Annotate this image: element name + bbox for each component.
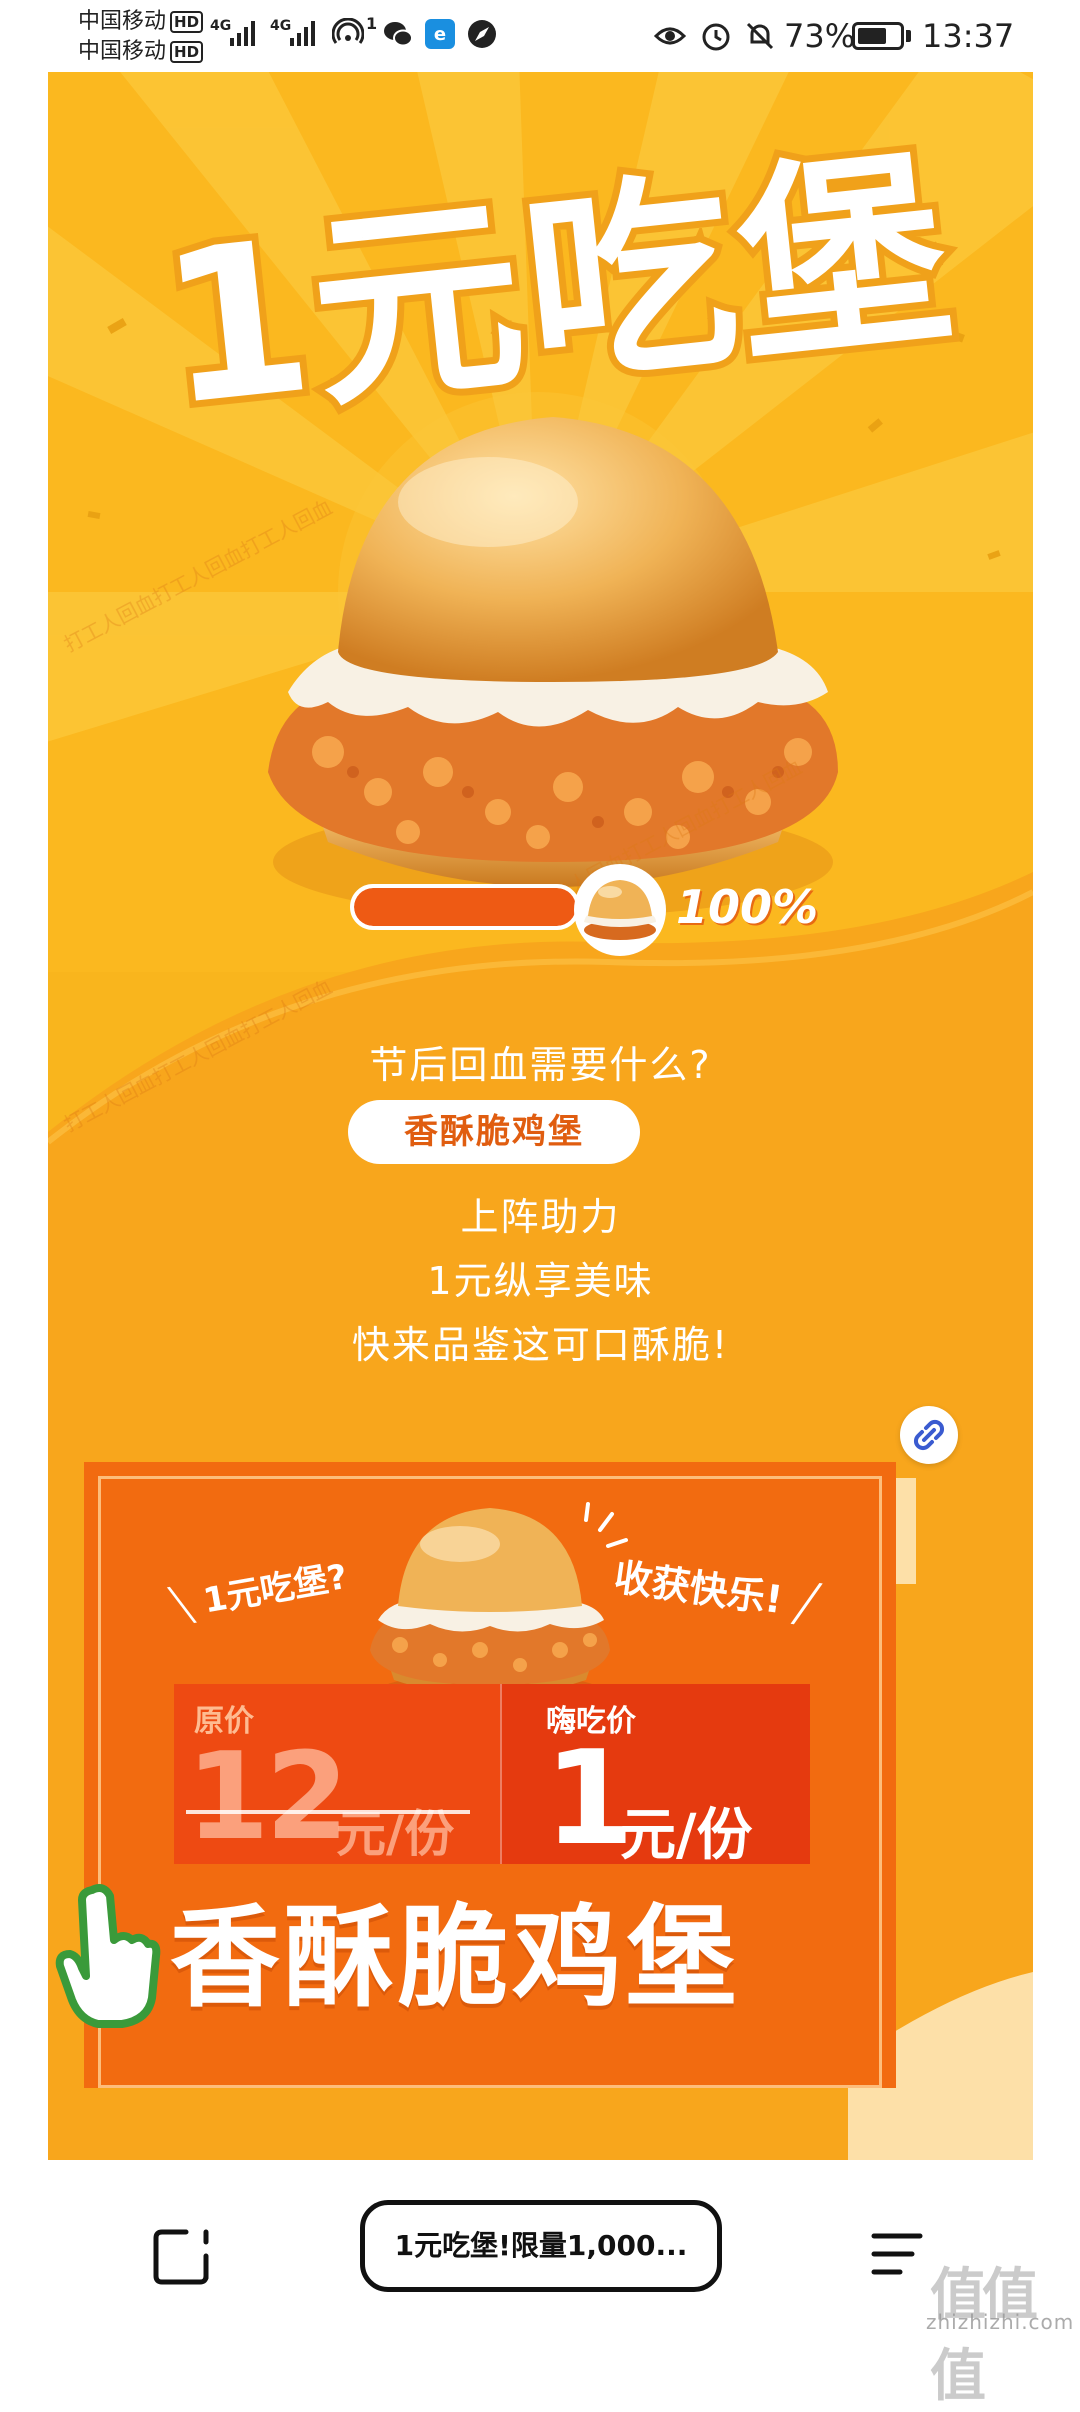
progress-bar [350, 884, 580, 930]
link-icon [913, 1419, 945, 1451]
battery-percent: 73% [784, 17, 856, 55]
pointing-hand-icon[interactable] [52, 1880, 162, 2030]
hotspot-count: 1 [366, 14, 378, 33]
progress-percent: 100% [676, 880, 819, 934]
original-price-value: 12 [186, 1728, 349, 1867]
carrier-label-1: 中国移动 HD [78, 8, 204, 36]
highlight-pill: 香酥脆鸡堡 [348, 1100, 640, 1164]
copy-line-1: 节后回血需要什么? [369, 1043, 712, 1087]
carrier-label-2: 中国移动 HD [78, 38, 204, 66]
share-link-button[interactable] [900, 1406, 958, 1464]
site-watermark-url: zhizhizhi.com [926, 2310, 1075, 2334]
offer-burger-image [370, 1502, 628, 1706]
copy-line-4: 快来品鉴这可口酥脆! [351, 1323, 730, 1367]
battery-icon [852, 22, 904, 50]
mute-icon [746, 22, 774, 50]
wechat-icon [384, 22, 413, 47]
progress-bar-fill [354, 888, 576, 926]
deal-price-unit: 元/份 [620, 1803, 753, 1868]
signal-icon [290, 21, 315, 46]
alarm-icon [702, 23, 730, 51]
progress-burger-icon [574, 864, 666, 956]
svg-text:e: e [434, 24, 446, 45]
tabs-icon[interactable] [150, 2226, 212, 2288]
battery-tip [906, 30, 911, 42]
hotspot-icon [332, 18, 364, 44]
eye-icon [654, 27, 686, 45]
status-bar: 中国移动 HD 中国移动 HD 4G 4G 1 e 73% 13:37 [0, 0, 1080, 72]
hd-badge: HD [170, 41, 204, 63]
menu-icon[interactable] [866, 2226, 928, 2282]
original-price-unit: 元/份 [336, 1805, 455, 1863]
original-price-strike [186, 1810, 470, 1814]
copy-line-3: 1元纵享美味 [427, 1259, 654, 1303]
browser-app-icon: e [425, 19, 455, 49]
safari-icon [468, 20, 496, 48]
product-name: 香酥脆鸡堡 [170, 1894, 740, 2022]
signal-icon [230, 21, 255, 46]
copy-line-2: 上阵助力 [460, 1195, 621, 1239]
clock: 13:37 [922, 17, 1015, 55]
hd-badge: HD [170, 11, 204, 33]
address-bar[interactable]: 1元吃堡!限量1,000... [360, 2200, 722, 2292]
